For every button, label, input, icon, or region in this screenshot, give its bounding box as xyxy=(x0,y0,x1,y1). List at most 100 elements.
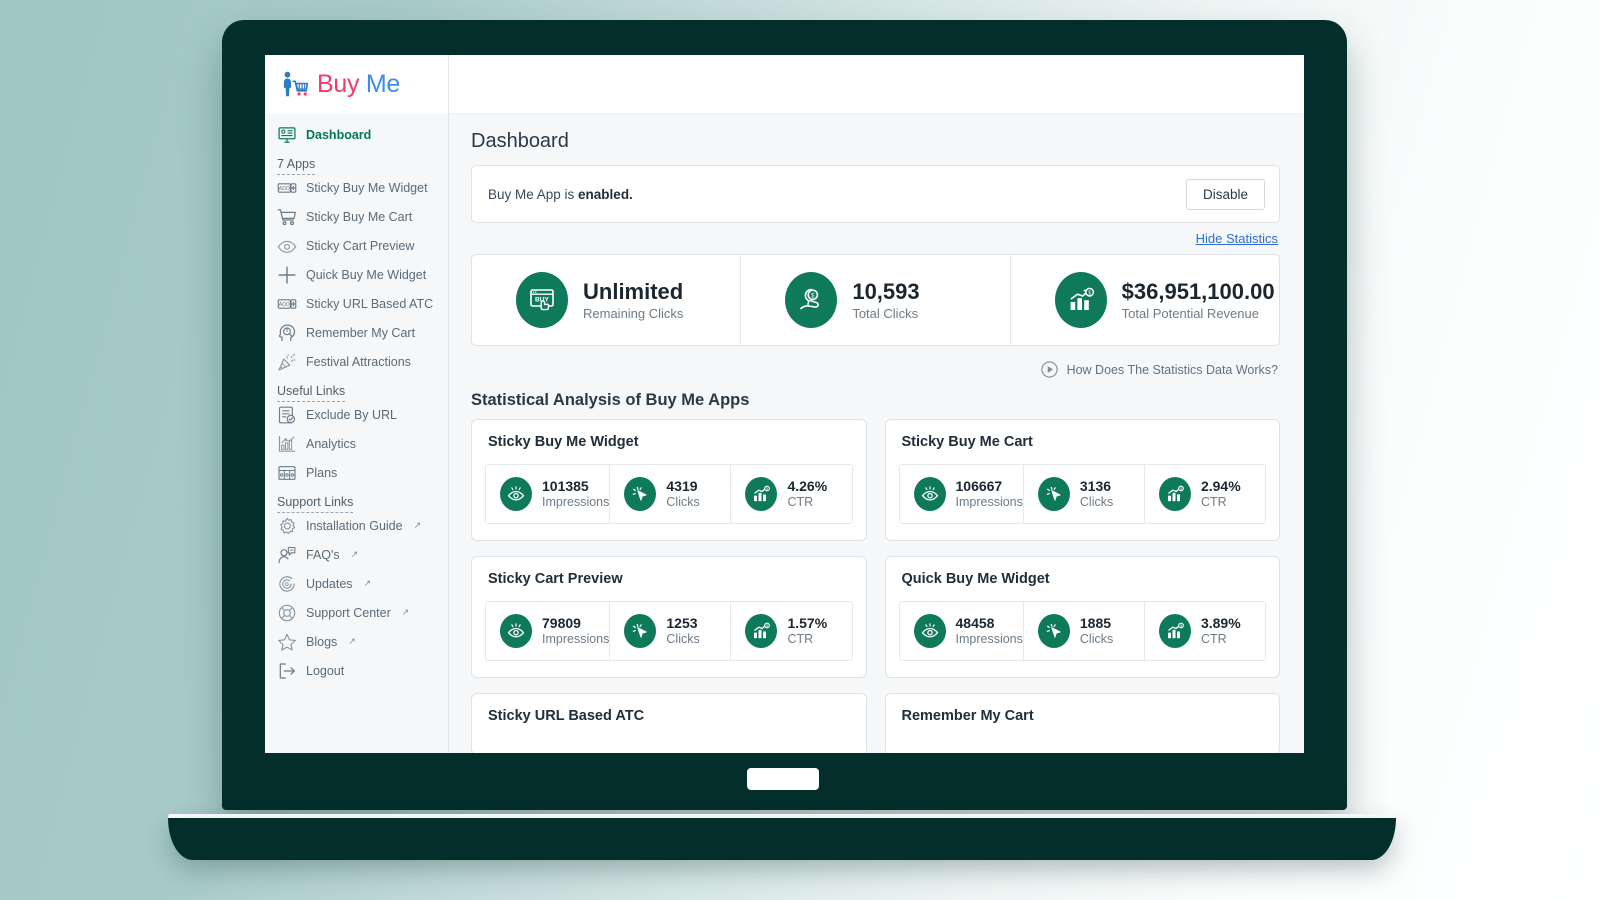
how-statistics-works-label[interactable]: How Does The Statistics Data Works? xyxy=(1067,363,1278,377)
sidebar-item-logout[interactable]: Logout xyxy=(265,656,448,685)
sidebar-item-sticky-cart-preview[interactable]: Sticky Cart Preview xyxy=(265,231,448,260)
metric-value: 4.26% xyxy=(787,478,827,495)
app-card-sticky-buy-me-cart: Sticky Buy Me Cart xyxy=(885,419,1281,541)
sidebar-item-label: Exclude By URL xyxy=(306,408,397,422)
play-circle-icon xyxy=(1040,360,1059,379)
app-card-quick-buy-me-widget: Quick Buy Me Widget xyxy=(885,556,1281,678)
sidebar-item-label: Quick Buy Me Widget xyxy=(306,268,426,282)
revenue-chart-icon: $ xyxy=(1065,284,1097,316)
hand-coin-icon: $ xyxy=(795,284,827,316)
sidebar-item-sticky-buy-me-cart[interactable]: Sticky Buy Me Cart xyxy=(265,202,448,231)
summary-stats-strip: BUY Unlimited Remaining Clicks xyxy=(471,254,1280,346)
sidebar-item-label: Logout xyxy=(306,664,344,678)
app-card-metrics: 101385 Impressions xyxy=(485,464,853,524)
sidebar-item-remember-my-cart[interactable]: Remember My Cart xyxy=(265,318,448,347)
metric-icon-badge xyxy=(914,477,946,511)
svg-text:$: $ xyxy=(767,624,769,628)
metric-value: 48458 xyxy=(956,615,1023,632)
cursor-click-icon xyxy=(1044,621,1064,641)
metric-icon-badge xyxy=(1038,477,1070,511)
metric-icon-badge xyxy=(624,614,656,648)
metric-value: 3.89% xyxy=(1201,615,1241,632)
sidebar-item-quick-buy-me-widget[interactable]: Quick Buy Me Widget xyxy=(265,260,448,289)
sidebar-item-plans[interactable]: Plans xyxy=(265,458,448,487)
sidebar: Buy Me xyxy=(265,55,449,753)
sidebar-group-heading-useful-links: Useful Links xyxy=(265,376,448,400)
metric-impressions: 106667 Impressions xyxy=(900,465,1024,523)
laptop-mockup: Buy Me xyxy=(0,0,1600,900)
metric-icon-badge xyxy=(500,614,532,648)
checklist-icon xyxy=(277,405,297,425)
stat-total-potential-revenue: $ $36,951,100.00 Total Potential Revenue xyxy=(1011,255,1279,345)
metric-value: 101385 xyxy=(542,478,609,495)
svg-text:$: $ xyxy=(767,487,769,491)
metric-icon-badge xyxy=(500,477,532,511)
metric-ctr: $ 3.89% CTR xyxy=(1145,602,1265,660)
metric-clicks: 4319 Clicks xyxy=(610,465,731,523)
app-card-sticky-cart-preview: Sticky Cart Preview xyxy=(471,556,867,678)
section-title: Statistical Analysis of Buy Me Apps xyxy=(471,391,1280,410)
metric-label: Clicks xyxy=(666,495,699,511)
ctr-chart-icon: $ xyxy=(751,621,771,641)
topbar xyxy=(449,55,1304,114)
stat-value: 10,593 xyxy=(852,279,919,304)
sidebar-item-updates[interactable]: Updates ↗ xyxy=(265,569,448,598)
metric-label: Impressions xyxy=(956,495,1023,511)
brand-logo[interactable]: Buy Me xyxy=(265,55,448,114)
stat-label: Remaining Clicks xyxy=(583,306,683,321)
sidebar-item-sticky-buy-me-widget[interactable]: ADD Sticky Buy Me Widget xyxy=(265,173,448,202)
page-title: Dashboard xyxy=(471,130,1280,153)
external-link-icon: ↗ xyxy=(402,607,410,618)
metric-value: 4319 xyxy=(666,478,699,495)
sidebar-item-label: Dashboard xyxy=(306,128,371,142)
cursor-click-icon xyxy=(1044,484,1064,504)
shopping-cart-icon xyxy=(277,207,297,227)
metric-impressions: 79809 Impressions xyxy=(486,602,610,660)
stat-icon-badge: $ xyxy=(1055,272,1107,328)
app-card-title: Sticky Cart Preview xyxy=(488,571,853,587)
sidebar-item-blogs[interactable]: Blogs ↗ xyxy=(265,627,448,656)
app-card-title: Sticky Buy Me Widget xyxy=(488,434,853,450)
sidebar-item-installation-guide[interactable]: Installation Guide ↗ xyxy=(265,511,448,540)
sidebar-item-label: Updates xyxy=(306,577,353,591)
how-statistics-works-row[interactable]: How Does The Statistics Data Works? xyxy=(471,346,1280,391)
sidebar-item-sticky-url-based-atc[interactable]: ADD Sticky URL Based ATC xyxy=(265,289,448,318)
stat-icon-badge: $ xyxy=(785,272,837,328)
app-card-title: Quick Buy Me Widget xyxy=(902,571,1267,587)
hide-statistics-link[interactable]: Hide Statistics xyxy=(1196,231,1278,246)
lifebuoy-icon xyxy=(277,603,297,623)
metric-label: CTR xyxy=(787,495,827,511)
sidebar-item-dashboard[interactable]: Dashboard xyxy=(265,120,448,149)
eye-impressions-icon xyxy=(920,621,940,641)
ctr-chart-icon: $ xyxy=(1165,621,1185,641)
app-status-bar: Buy Me App is enabled. Disable xyxy=(471,165,1280,223)
star-icon xyxy=(277,632,297,652)
app-root: Buy Me xyxy=(265,55,1304,753)
metric-value: 1.57% xyxy=(787,615,827,632)
metric-value: 106667 xyxy=(956,478,1023,495)
sidebar-item-label: FAQ's xyxy=(306,548,340,562)
external-link-icon: ↗ xyxy=(364,578,372,589)
sidebar-item-exclude-by-url[interactable]: Exclude By URL xyxy=(265,400,448,429)
laptop-base xyxy=(168,818,1396,860)
svg-text:$: $ xyxy=(1180,487,1182,491)
sidebar-group-heading-support-links: Support Links xyxy=(265,487,448,511)
sidebar-group-heading-apps: 7 Apps xyxy=(265,149,448,173)
stat-label: Total Potential Revenue xyxy=(1122,306,1275,321)
stat-total-clicks: $ 10,593 Total Clicks xyxy=(741,255,1010,345)
add-button-icon: ADD xyxy=(277,178,297,198)
metric-ctr: $ 1.57% CTR xyxy=(731,602,851,660)
metric-value: 2.94% xyxy=(1201,478,1241,495)
metric-clicks: 3136 Clicks xyxy=(1024,465,1145,523)
metric-value: 1253 xyxy=(666,615,699,632)
sidebar-item-faqs[interactable]: FAQ's ↗ xyxy=(265,540,448,569)
sidebar-item-support-center[interactable]: Support Center ↗ xyxy=(265,598,448,627)
metric-label: CTR xyxy=(787,632,827,648)
disable-button[interactable]: Disable xyxy=(1186,179,1265,210)
sidebar-item-analytics[interactable]: Analytics xyxy=(265,429,448,458)
sidebar-item-festival-attractions[interactable]: Festival Attractions xyxy=(265,347,448,376)
metric-impressions: 101385 Impressions xyxy=(486,465,610,523)
sidebar-item-label: Analytics xyxy=(306,437,356,451)
sidebar-nav: Dashboard 7 Apps ADD xyxy=(265,114,448,685)
head-brain-icon xyxy=(277,323,297,343)
